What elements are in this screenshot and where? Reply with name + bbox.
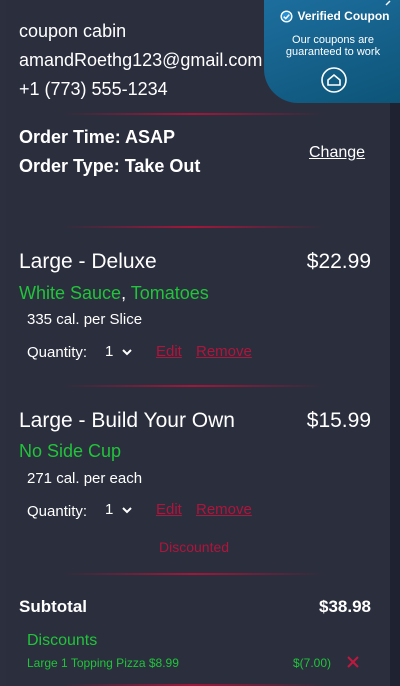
- quantity-select[interactable]: 1: [105, 501, 133, 518]
- quantity-value: 1: [105, 343, 114, 360]
- discounted-note: Discounted: [159, 539, 230, 555]
- topping: White Sauce: [19, 283, 122, 303]
- change-order-link[interactable]: Change: [309, 144, 365, 162]
- chevron-down-icon: [122, 348, 133, 355]
- topping: Tomatoes: [130, 283, 209, 303]
- chevron-down-icon: [122, 506, 133, 513]
- quantity-label: Quantity:: [27, 503, 88, 520]
- customer-email: amandRoethg123@gmail.com: [19, 50, 263, 70]
- check-badge-icon: [280, 9, 294, 23]
- discount-amount: $(7.00): [293, 656, 332, 670]
- topping-separator: ,: [121, 283, 131, 303]
- subtotal-value: $38.98: [319, 597, 371, 616]
- divider: [60, 113, 326, 115]
- quantity-value: 1: [105, 501, 114, 518]
- item-toppings: White Sauce, Tomatoes: [19, 283, 209, 304]
- remove-item-link[interactable]: Remove: [196, 501, 252, 518]
- item-price: $22.99: [306, 250, 371, 273]
- customer-phone: +1 (773) 555-1234: [19, 79, 168, 99]
- item-toppings: No Side Cup: [19, 441, 122, 461]
- edit-item-link[interactable]: Edit: [156, 501, 182, 518]
- item-calories: 335 cal. per Slice: [27, 311, 143, 328]
- subtotal-label: Subtotal: [19, 597, 87, 616]
- order-time: Order Time: ASAP: [19, 127, 176, 147]
- divider: [60, 226, 326, 228]
- chevron-left-icon[interactable]: [376, 0, 400, 10]
- divider: [60, 385, 326, 387]
- divider: [60, 573, 326, 575]
- remove-item-link[interactable]: Remove: [196, 343, 252, 360]
- customer-name: coupon cabin: [19, 21, 127, 41]
- badge-title-row: Verified Coupon: [272, 9, 398, 23]
- close-icon[interactable]: [345, 654, 361, 670]
- order-type: Order Type: Take Out: [19, 156, 201, 176]
- item-name: Large - Build Your Own: [19, 409, 235, 432]
- discount-item: Large 1 Topping Pizza $8.99: [27, 656, 179, 670]
- quantity-label: Quantity:: [27, 344, 88, 361]
- item-calories: 271 cal. per each: [27, 470, 143, 487]
- home-icon[interactable]: [320, 66, 348, 94]
- badge-subtitle: Our coupons are guaranteed to work: [285, 34, 381, 58]
- discounts-heading: Discounts: [27, 632, 98, 649]
- quantity-select[interactable]: 1: [105, 343, 133, 360]
- verified-coupon-badge: Verified Coupon Our coupons are guarante…: [264, 0, 400, 103]
- item-name: Large - Deluxe: [19, 250, 157, 273]
- item-price: $15.99: [306, 409, 371, 432]
- badge-title: Verified Coupon: [297, 9, 390, 23]
- edit-item-link[interactable]: Edit: [156, 343, 182, 360]
